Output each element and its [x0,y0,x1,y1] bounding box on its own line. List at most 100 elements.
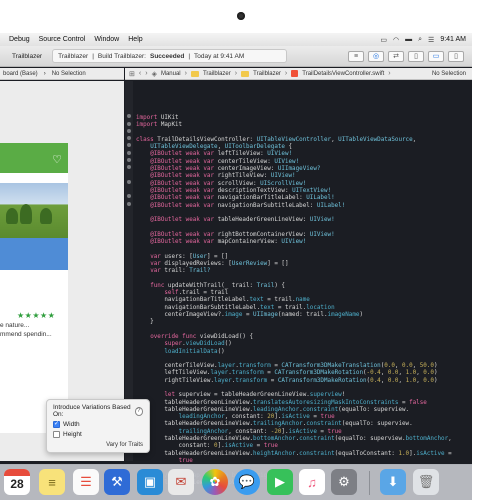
crumb-selection[interactable]: No Selection [432,71,466,77]
system-preferences-icon[interactable]: ⚙ [331,469,357,495]
code-line[interactable]: loadInitialData() [136,349,470,356]
code-line[interactable]: navigationBarSubtitleLabel.text = trail.… [136,305,470,312]
reminders-icon[interactable]: ☰ [73,469,99,495]
code-line[interactable]: import UIKit [136,115,470,122]
code-line[interactable]: func updateWithTrail(_ trail: Trail) { [136,283,470,290]
code-line[interactable]: tableHeaderGreenLineView.leadingAnchor.c… [136,407,470,414]
related-items-icon[interactable]: ⊞ [129,70,135,78]
code-line[interactable]: import MapKit [136,122,470,129]
forward-icon[interactable]: › [145,70,147,77]
facetime-icon[interactable]: ▶ [267,469,293,495]
messages-icon[interactable]: 💬 [234,469,260,495]
code-line[interactable]: var displayedReviews: [UserReview] = [] [136,261,470,268]
code-line[interactable]: leadingAnchor, constant: 20].isActive = … [136,414,470,421]
crumb-group[interactable]: Trailblazer [253,71,281,77]
code-line[interactable]: tableHeaderGreenLineView.heightAnchor.co… [136,451,470,458]
code-line[interactable]: @IBOutlet weak var navigationBarSubtitle… [136,203,470,210]
code-line[interactable]: centerTileView.layer.transform = CATrans… [136,363,470,370]
wifi-icon[interactable]: ◠ [393,36,399,44]
heart-icon[interactable]: ♡ [52,153,62,166]
code-line[interactable] [136,327,470,334]
code-line[interactable]: var users: [User] = [] [136,254,470,261]
code-line[interactable] [136,385,470,392]
back-icon[interactable]: ‹ [139,70,141,77]
source-editor[interactable]: import UIKit import MapKit class TrailDet… [136,115,470,487]
debug-toggle-icon[interactable]: ▭ [428,50,444,62]
outlet-connection-icon[interactable] [127,151,131,155]
crumb-file[interactable]: TrailDetailsViewController.swift [302,71,384,77]
notes-icon[interactable]: ≡ [39,469,65,495]
outlet-connection-icon[interactable] [127,143,131,147]
code-line[interactable]: class TrailDetailsViewController: UITabl… [136,137,470,144]
utilities-toggle-icon[interactable]: ▯ [448,50,464,62]
code-line[interactable]: @IBOutlet weak var centerTileView: UIVie… [136,159,470,166]
outlet-connection-icon[interactable] [127,158,131,162]
code-line[interactable]: rightTileView.layer.transform = CATransf… [136,378,470,385]
calendar-icon[interactable]: 28 [4,469,30,495]
code-line[interactable]: trailingAnchor, constant: -20].isActive … [136,429,470,436]
navigator-toggle-icon[interactable]: ▯ [408,50,424,62]
assistant-mode-icon[interactable]: ◈ [152,70,157,78]
search-icon[interactable]: ⌕ [418,36,422,44]
code-line[interactable]: self.trail = trail [136,290,470,297]
cast-icon[interactable]: ▭ [380,36,387,44]
code-line[interactable]: @IBOutlet weak var tableHeaderGreenLineV… [136,217,470,224]
code-line[interactable]: navigationBarTitleLabel.text = trail.nam… [136,297,470,304]
code-line[interactable]: UITableViewDelegate, UIToolbarDelegate { [136,144,470,151]
code-line[interactable]: @IBOutlet weak var scrollView: UIScrollV… [136,181,470,188]
menu-window[interactable]: Window [94,36,119,43]
code-line[interactable]: tableHeaderGreenLineView.bottomAnchor.co… [136,436,470,443]
scheme-selector[interactable]: Trailblazer [12,53,42,60]
view-controller-scene[interactable]: ♡ ★★★★★ e nature... mmend spendin... [0,143,68,433]
code-line[interactable] [136,356,470,363]
menu-debug[interactable]: Debug [9,36,30,43]
vary-for-traits-button[interactable]: Vary for Traits [106,442,143,448]
code-line[interactable]: tableHeaderGreenLineView.translatesAutor… [136,400,470,407]
list-icon[interactable]: ☰ [428,36,434,44]
code-line[interactable] [136,276,470,283]
simulator-icon[interactable]: ▣ [137,469,163,495]
code-line[interactable]: leftTileView.layer.transform = CATransfo… [136,370,470,377]
code-line[interactable]: @IBOutlet weak var centerImageView: UIIm… [136,166,470,173]
code-line[interactable]: @IBOutlet weak var rightTileView: UIView… [136,173,470,180]
outlet-connection-icon[interactable] [127,122,131,126]
battery-icon[interactable]: ▬ [405,36,412,43]
code-line[interactable]: tableHeaderGreenLineView.trailingAnchor.… [136,421,470,428]
crumb-project[interactable]: Trailblazer [203,71,231,77]
code-line[interactable] [136,246,470,253]
assistant-editor-icon[interactable]: ◎ [368,50,384,62]
standard-editor-icon[interactable]: ≡ [348,50,364,62]
code-line[interactable] [136,224,470,231]
code-line[interactable]: var trail: Trail? [136,268,470,275]
jump-storyboard[interactable]: board (Base) [3,71,38,77]
code-line[interactable]: override func viewDidLoad() { [136,334,470,341]
outlet-connection-icon[interactable] [127,180,131,184]
outlet-connection-icon[interactable] [127,202,131,206]
width-checkbox[interactable]: ✓ [53,421,60,428]
instruments-icon[interactable]: ✉ [168,469,194,495]
code-line[interactable]: @IBOutlet weak var rightBottomContainerV… [136,232,470,239]
code-line[interactable]: @IBOutlet weak var descriptionTextView: … [136,188,470,195]
menu-source-control[interactable]: Source Control [39,36,86,43]
xcode-icon[interactable]: ⚒ [104,469,130,495]
outlet-connection-icon[interactable] [127,165,131,169]
version-editor-icon[interactable]: ⇄ [388,50,404,62]
outlet-connection-icon[interactable] [127,129,131,133]
downloads-folder-icon[interactable]: ⬇ [380,469,406,495]
trash-icon[interactable]: 🗑 [413,469,439,495]
code-line[interactable]: centerImageView?.image = UIImage(named: … [136,312,470,319]
height-option[interactable]: Height [53,431,143,438]
code-line[interactable]: } [136,319,470,326]
code-line[interactable]: @IBOutlet weak var mapContainerView: UIV… [136,239,470,246]
height-checkbox[interactable] [53,431,60,438]
code-line[interactable] [136,210,470,217]
code-line[interactable]: constant: 0].isActive = true [136,443,470,450]
code-line[interactable]: @IBOutlet weak var navigationBarTitleLab… [136,195,470,202]
code-line[interactable] [136,130,470,137]
crumb-manual[interactable]: Manual [161,71,181,77]
outlet-connection-icon[interactable] [127,194,131,198]
menubar-clock[interactable]: 9:41 AM [440,36,466,43]
code-line[interactable]: super.viewDidLoad() [136,341,470,348]
outlet-connection-icon[interactable] [127,136,131,140]
help-icon[interactable]: ? [134,406,143,416]
